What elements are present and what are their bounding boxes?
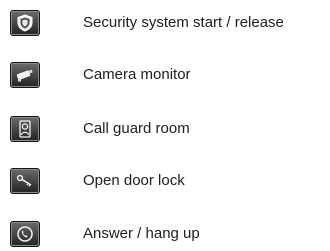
- legend-label: Answer / hang up: [83, 225, 200, 242]
- shield-icon: [17, 14, 33, 32]
- legend-label: Camera monitor: [83, 66, 191, 83]
- answer-hang-up-button[interactable]: [10, 221, 40, 247]
- legend-item-camera: Camera monitor: [0, 62, 330, 92]
- legend-item-answer: Answer / hang up: [0, 221, 330, 251]
- legend-item-guard: Call guard room: [0, 116, 330, 146]
- legend-label: Open door lock: [83, 172, 185, 189]
- legend-label: Security system start / release: [83, 14, 284, 31]
- legend-item-security: Security system start / release: [0, 10, 330, 40]
- guard-icon: [19, 120, 31, 138]
- open-door-lock-button[interactable]: [10, 168, 40, 194]
- button-legend: Security system start / release Camera m…: [0, 0, 330, 250]
- call-guard-button[interactable]: [10, 116, 40, 142]
- security-system-button[interactable]: [10, 10, 40, 36]
- legend-label: Call guard room: [83, 120, 190, 137]
- legend-item-door-lock: Open door lock: [0, 168, 330, 198]
- camera-icon: [16, 69, 33, 82]
- camera-monitor-button[interactable]: [10, 62, 40, 88]
- phone-icon: [17, 226, 33, 242]
- key-icon: [16, 174, 32, 187]
